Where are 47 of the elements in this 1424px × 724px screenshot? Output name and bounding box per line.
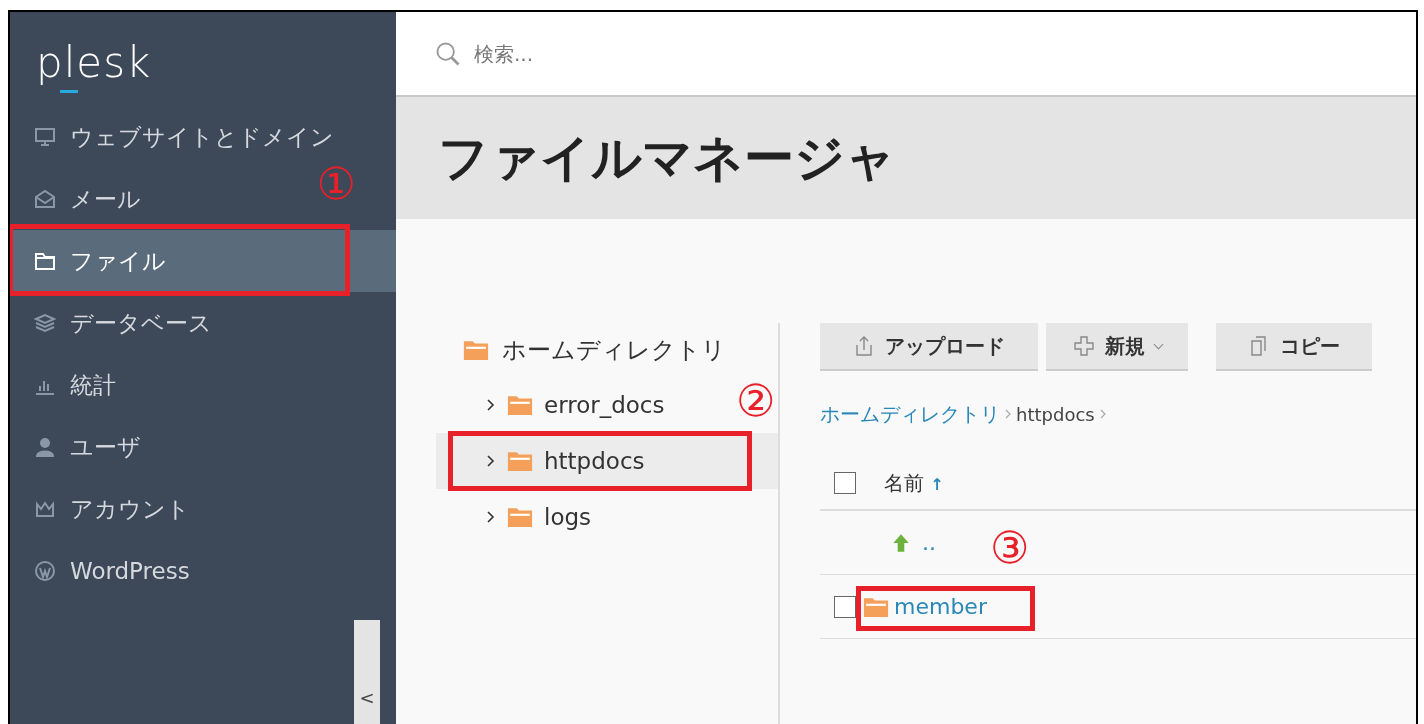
sidebar-item[interactable]: ファイル — [34, 245, 166, 277]
toolbar-button[interactable]: 新規 — [1046, 323, 1188, 371]
user-icon — [34, 436, 56, 458]
sidebar-item[interactable]: メール — [34, 183, 141, 215]
chevron-icon — [486, 510, 496, 524]
folder-link[interactable]: member — [894, 594, 987, 619]
tree-item[interactable]: httpdocs — [486, 448, 645, 474]
tree-item[interactable]: ホームディレクトリ — [436, 323, 778, 377]
folder-icon — [506, 450, 534, 472]
toolbar-button[interactable]: コピー — [1216, 323, 1372, 371]
layers-icon — [34, 312, 56, 334]
chevron-icon — [486, 398, 496, 412]
chevron-icon — [1098, 408, 1107, 420]
collapse-sidebar-button[interactable]: < — [354, 620, 380, 724]
sidebar-item[interactable]: データベース — [34, 307, 212, 339]
sidebar-item[interactable]: WordPress — [34, 558, 190, 584]
checkbox[interactable] — [834, 472, 856, 494]
monitor-icon — [34, 126, 56, 148]
chevron-icon — [486, 454, 496, 468]
callout-number: ② — [736, 379, 776, 423]
parent-folder-link[interactable]: .. — [922, 530, 936, 555]
sidebar-item[interactable]: 統計 — [34, 369, 116, 401]
envelope-icon — [34, 188, 56, 210]
callout-number: ③ — [990, 526, 1030, 570]
upload-icon — [853, 335, 875, 357]
column-header[interactable]: 名前 ↑ — [884, 469, 944, 497]
toolbar-button[interactable]: アップロード — [820, 323, 1038, 371]
wordpress-icon — [34, 560, 56, 582]
folder-icon — [34, 250, 56, 272]
folder-icon — [506, 394, 534, 416]
folder-icon — [506, 506, 534, 528]
logo: plesk — [10, 12, 396, 106]
sidebar-item[interactable]: アカウント — [34, 493, 190, 525]
breadcrumb-item: httpdocs — [1016, 403, 1095, 425]
breadcrumb-link[interactable]: ホームディレクトリ — [820, 400, 1000, 428]
callout-number: ① — [316, 162, 356, 206]
tree-item[interactable]: logs — [486, 504, 592, 530]
sidebar-item[interactable]: ユーザ — [34, 431, 141, 463]
tree-item[interactable]: error_docs — [486, 392, 665, 418]
chevron-icon — [1004, 408, 1012, 420]
checkbox[interactable] — [834, 595, 856, 618]
plus-icon — [1072, 335, 1095, 357]
sidebar-item[interactable]: ウェブサイトとドメイン — [34, 121, 334, 153]
search-field[interactable]: 検索... — [472, 40, 776, 67]
folder-icon — [462, 339, 490, 361]
folder-icon — [862, 595, 890, 618]
page-title: ファイルマネージャ — [438, 127, 896, 189]
